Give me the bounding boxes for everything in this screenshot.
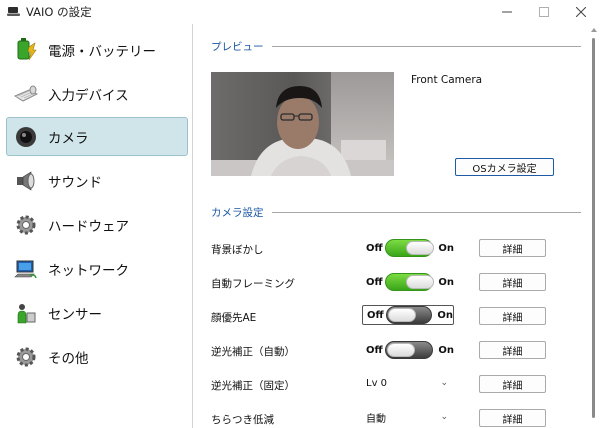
toggle-knob (406, 241, 435, 255)
button-label: 詳細 (502, 346, 523, 358)
select-value: Lv 0 (366, 378, 388, 389)
camera-settings-section-header: カメラ設定 (211, 205, 581, 219)
toggle-switch[interactable] (385, 239, 435, 257)
sidebar-item-sensor[interactable]: センサー (6, 293, 188, 332)
setting-label: ちらつき低減 (211, 414, 274, 426)
toggle-knob (387, 308, 416, 322)
toggle-off-label: Off (366, 344, 383, 356)
sidebar-item-label: ネットワーク (48, 262, 129, 279)
sidebar-item-input-devices[interactable]: 入力デバイス (6, 74, 188, 113)
sidebar-item-power-battery[interactable]: 電源・バッテリー (6, 30, 188, 69)
face-priority-ae-detail-button[interactable]: 詳細 (479, 307, 546, 325)
button-label: 詳細 (502, 380, 523, 392)
camera-name: Front Camera (411, 74, 483, 86)
os-camera-settings-button[interactable]: OSカメラ設定 (455, 158, 554, 176)
toggle-on-label: On (438, 344, 454, 356)
preview-heading: プレビュー (211, 40, 264, 53)
flicker-reduction-select[interactable]: 自動 ⌄ (362, 408, 454, 427)
sidebar-item-network[interactable]: ネットワーク (6, 249, 188, 288)
backlight-auto-detail-button[interactable]: 詳細 (479, 341, 546, 359)
minimize-button[interactable] (490, 0, 524, 24)
sidebar-item-label: 電源・バッテリー (48, 43, 156, 60)
toggle-on-label: On (438, 242, 454, 254)
app-icon (7, 7, 20, 16)
toggle-switch[interactable] (385, 306, 433, 324)
face-priority-ae-toggle[interactable]: Off On (362, 305, 454, 325)
button-label: 詳細 (502, 244, 523, 256)
auto-framing-toggle[interactable]: Off On (362, 272, 454, 292)
camera-preview (211, 72, 394, 176)
close-icon (576, 7, 586, 17)
sidebar-item-camera[interactable]: カメラ (6, 117, 188, 156)
divider (271, 45, 581, 47)
gear-icon (13, 212, 39, 238)
sidebar-item-other[interactable]: その他 (6, 337, 188, 376)
background-blur-detail-button[interactable]: 詳細 (479, 239, 546, 257)
setting-label: 自動フレーミング (211, 278, 295, 290)
button-label: OSカメラ設定 (472, 163, 537, 175)
chevron-down-icon: ⌄ (440, 378, 448, 388)
backlight-fixed-select[interactable]: Lv 0 ⌄ (362, 374, 454, 393)
button-label: 詳細 (502, 278, 523, 290)
sensor-icon (13, 300, 39, 326)
speaker-icon (13, 168, 39, 194)
toggle-off-label: Off (366, 242, 383, 254)
select-value: 自動 (366, 414, 386, 425)
backlight-auto-toggle[interactable]: Off On (362, 340, 454, 360)
toggle-switch[interactable] (385, 341, 434, 359)
background-blur-toggle[interactable]: Off On (362, 238, 454, 258)
setting-label: 逆光補正（自動） (211, 346, 295, 358)
setting-label: 背景ぼかし (211, 244, 264, 256)
auto-framing-detail-button[interactable]: 詳細 (479, 273, 546, 291)
gear-icon (13, 344, 39, 370)
camera-settings-heading: カメラ設定 (211, 206, 264, 219)
keyboard-mouse-icon (13, 81, 39, 107)
toggle-off-label: Off (367, 309, 384, 321)
toggle-knob (387, 343, 416, 357)
scrollbar-thumb[interactable] (592, 38, 595, 418)
main-panel: プレビュー Front Camera OSカメラ設定 カメラ設定 背景ぼかし O… (194, 24, 586, 428)
sidebar-item-label: その他 (48, 350, 89, 367)
window-title: VAIO の設定 (26, 5, 92, 19)
setting-label: 逆光補正（固定） (211, 380, 295, 392)
divider (271, 211, 581, 213)
sidebar-item-sound[interactable]: サウンド (6, 161, 188, 200)
preview-section-header: プレビュー (211, 39, 581, 53)
battery-icon (13, 37, 39, 63)
toggle-on-label: On (437, 309, 453, 321)
sidebar-item-hardware[interactable]: ハードウェア (6, 205, 188, 244)
sidebar-item-label: 入力デバイス (48, 87, 129, 104)
button-label: 詳細 (502, 312, 523, 324)
backlight-fixed-detail-button[interactable]: 詳細 (479, 375, 546, 393)
button-label: 詳細 (502, 414, 523, 426)
toggle-knob (406, 275, 435, 289)
network-icon (13, 256, 39, 282)
maximize-icon (539, 7, 549, 17)
sidebar-item-label: サウンド (48, 174, 102, 191)
toggle-switch[interactable] (385, 273, 435, 291)
title-bar: VAIO の設定 (0, 0, 600, 24)
sidebar-item-label: ハードウェア (48, 218, 129, 235)
scroll-up-icon[interactable] (591, 28, 597, 32)
minimize-icon (502, 11, 512, 13)
close-button[interactable] (564, 0, 598, 24)
setting-label: 顔優先AE (211, 312, 257, 324)
chevron-down-icon: ⌄ (440, 412, 448, 422)
sidebar: 電源・バッテリー 入力デバイス カメラ サウンド ハードウェア ネットワーク セ… (0, 24, 193, 428)
vertical-scrollbar[interactable] (588, 24, 600, 428)
sidebar-item-label: カメラ (48, 130, 89, 147)
flicker-reduction-detail-button[interactable]: 詳細 (479, 409, 546, 427)
toggle-off-label: Off (366, 276, 383, 288)
toggle-on-label: On (438, 276, 454, 288)
maximize-button[interactable] (527, 0, 561, 24)
sidebar-item-label: センサー (48, 306, 102, 323)
camera-icon (13, 124, 39, 150)
